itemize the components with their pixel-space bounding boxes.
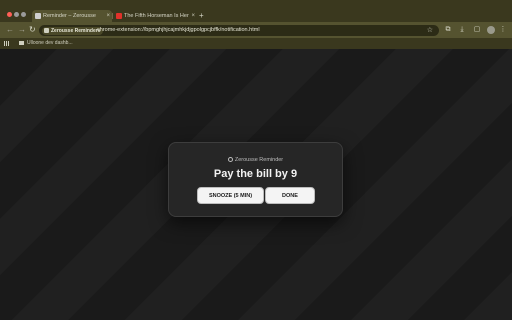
youtube-favicon-icon — [116, 13, 122, 19]
tab-reminder[interactable]: Reminder – Zerousse × — [32, 10, 112, 22]
site-chip-label: Zerousse Reminders — [51, 27, 101, 34]
bookmark-item[interactable]: Ulloone dev dashb... — [19, 38, 73, 49]
profile-avatar[interactable] — [487, 26, 495, 34]
brand-label: Zerousse Reminder — [234, 157, 284, 163]
back-arrow-icon[interactable]: ← — [6, 25, 14, 35]
done-button[interactable]: DONE — [265, 187, 315, 204]
extension-puzzle-icon — [44, 27, 49, 33]
window-minimize-button[interactable] — [14, 12, 19, 17]
extensions-icon[interactable]: ⧉ — [444, 26, 452, 34]
tab-title: The Fifth Horseman Is Here — [124, 13, 189, 19]
window-close-button[interactable] — [7, 12, 12, 17]
address-bar[interactable]: Zerousse Reminders chrome-extension://bp… — [39, 25, 439, 36]
forward-arrow-icon[interactable]: → — [18, 25, 26, 35]
tab-youtube[interactable]: The Fifth Horseman Is Here × — [113, 10, 197, 22]
bookmarks-bar: Ulloone dev dashb... — [0, 38, 512, 49]
browser-toolbar: ← → ↻ Zerousse Reminders chrome-extensio… — [0, 22, 512, 38]
new-tab-button[interactable]: + — [199, 10, 204, 22]
more-menu-icon[interactable]: ⋮ — [499, 26, 507, 34]
tab-title: Reminder – Zerousse — [43, 13, 96, 19]
reminder-brand: Zerousse Reminder — [169, 157, 342, 163]
reminder-message: Pay the bill by 9 — [213, 168, 298, 180]
tab-search-icon[interactable]: ▢ — [473, 26, 481, 34]
site-info-chip[interactable]: Zerousse Reminders — [42, 26, 104, 35]
tab-favicon-icon — [35, 13, 41, 19]
url-text[interactable]: chrome-extension://bpmghjhjcajmhkjdjgpol… — [97, 25, 260, 36]
download-icon[interactable]: ⤓ — [458, 26, 466, 34]
window-maximize-button[interactable] — [21, 12, 26, 17]
star-icon[interactable]: ☆ — [427, 25, 433, 36]
tab-close-icon[interactable]: × — [106, 10, 110, 22]
reload-icon[interactable]: ↻ — [29, 25, 36, 35]
tab-strip: Reminder – Zerousse × The Fifth Horseman… — [0, 0, 512, 22]
snooze-button[interactable]: SNOOZE (5 MIN) — [197, 187, 264, 204]
bookmark-label: Ulloone dev dashb... — [27, 40, 73, 46]
reminder-card: Zerousse Reminder Pay the bill by 9 SNOO… — [168, 142, 343, 217]
bookmark-favicon-icon — [19, 40, 24, 45]
apps-grid-icon[interactable] — [4, 41, 10, 46]
bell-icon — [227, 157, 233, 162]
tab-close-icon[interactable]: × — [191, 10, 195, 22]
